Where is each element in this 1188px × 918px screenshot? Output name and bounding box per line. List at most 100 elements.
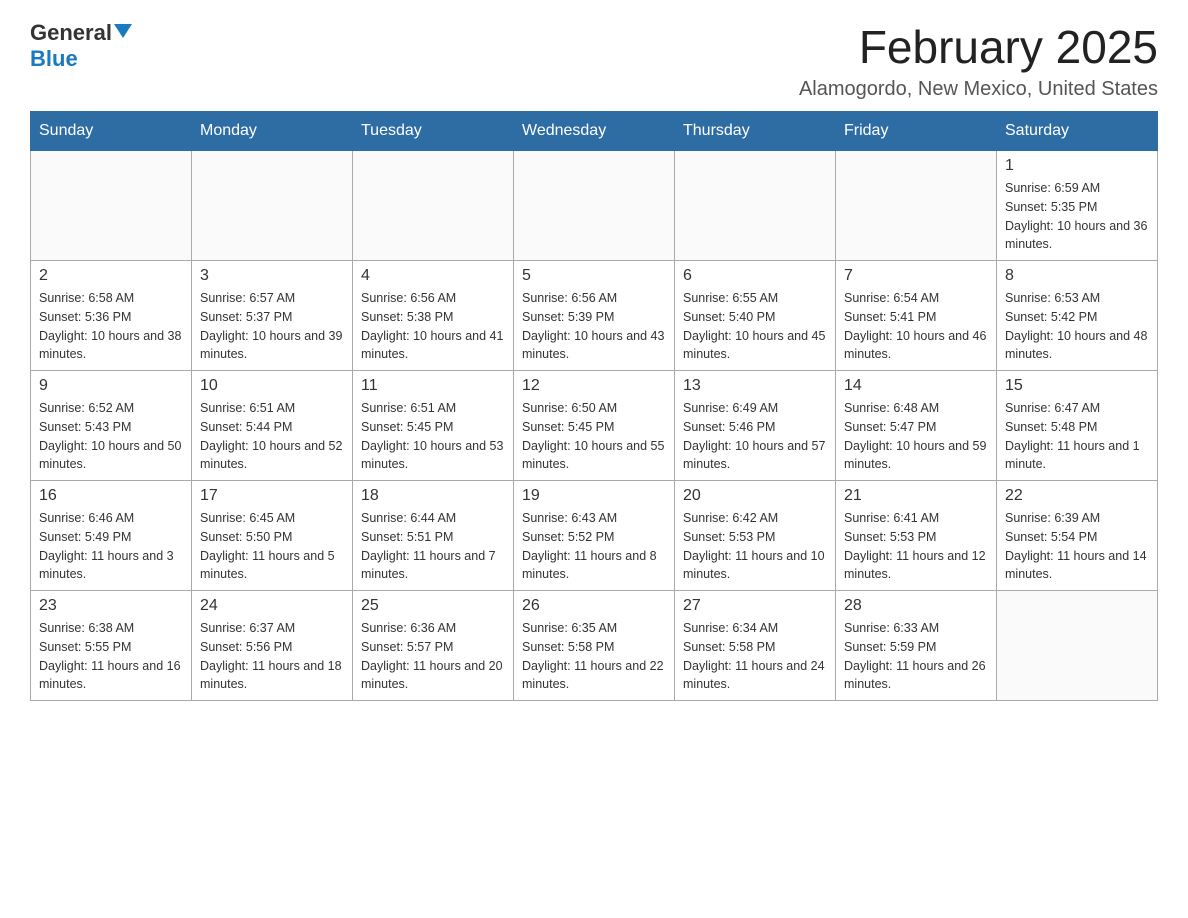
- header-thursday: Thursday: [675, 112, 836, 151]
- table-row: 22 Sunrise: 6:39 AM Sunset: 5:54 PM Dayli…: [997, 481, 1158, 591]
- table-row: [836, 151, 997, 261]
- day-number: 25: [361, 597, 505, 615]
- table-row: 16 Sunrise: 6:46 AM Sunset: 5:49 PM Dayli…: [31, 481, 192, 591]
- day-number: 1: [1005, 157, 1149, 175]
- day-info: Sunrise: 6:49 AM Sunset: 5:46 PM Dayligh…: [683, 399, 827, 474]
- day-info: Sunrise: 6:43 AM Sunset: 5:52 PM Dayligh…: [522, 509, 666, 584]
- day-info: Sunrise: 6:54 AM Sunset: 5:41 PM Dayligh…: [844, 289, 988, 364]
- table-row: 14 Sunrise: 6:48 AM Sunset: 5:47 PM Dayli…: [836, 371, 997, 481]
- table-row: 11 Sunrise: 6:51 AM Sunset: 5:45 PM Dayli…: [353, 371, 514, 481]
- table-row: 27 Sunrise: 6:34 AM Sunset: 5:58 PM Dayli…: [675, 591, 836, 701]
- day-info: Sunrise: 6:46 AM Sunset: 5:49 PM Dayligh…: [39, 509, 183, 584]
- table-row: [514, 151, 675, 261]
- day-info: Sunrise: 6:53 AM Sunset: 5:42 PM Dayligh…: [1005, 289, 1149, 364]
- table-row: 9Sunrise: 6:52 AM Sunset: 5:43 PM Daylig…: [31, 371, 192, 481]
- table-row: 3 Sunrise: 6:57 AM Sunset: 5:37 PM Daylig…: [192, 261, 353, 371]
- day-number: 9: [39, 377, 183, 395]
- day-info: Sunrise: 6:34 AM Sunset: 5:58 PM Dayligh…: [683, 619, 827, 694]
- header-saturday: Saturday: [997, 112, 1158, 151]
- day-number: 5: [522, 267, 666, 285]
- header-wednesday: Wednesday: [514, 112, 675, 151]
- table-row: 6 Sunrise: 6:55 AM Sunset: 5:40 PM Daylig…: [675, 261, 836, 371]
- table-row: 23 Sunrise: 6:38 AM Sunset: 5:55 PM Dayli…: [31, 591, 192, 701]
- day-info: Sunrise: 6:35 AM Sunset: 5:58 PM Dayligh…: [522, 619, 666, 694]
- day-info: Sunrise: 6:36 AM Sunset: 5:57 PM Dayligh…: [361, 619, 505, 694]
- logo-triangle-icon: [114, 24, 132, 38]
- day-number: 18: [361, 487, 505, 505]
- logo-blue-text: Blue: [30, 46, 78, 72]
- day-number: 16: [39, 487, 183, 505]
- day-number: 11: [361, 377, 505, 395]
- day-info: Sunrise: 6:39 AM Sunset: 5:54 PM Dayligh…: [1005, 509, 1149, 584]
- page-subtitle: Alamogordo, New Mexico, United States: [799, 78, 1158, 101]
- day-info: Sunrise: 6:42 AM Sunset: 5:53 PM Dayligh…: [683, 509, 827, 584]
- day-number: 12: [522, 377, 666, 395]
- calendar-header-row: Sunday Monday Tuesday Wednesday Thursday…: [31, 112, 1158, 151]
- table-row: 13Sunrise: 6:49 AM Sunset: 5:46 PM Dayli…: [675, 371, 836, 481]
- day-number: 10: [200, 377, 344, 395]
- day-number: 28: [844, 597, 988, 615]
- calendar-week-row: 16 Sunrise: 6:46 AM Sunset: 5:49 PM Dayli…: [31, 481, 1158, 591]
- day-info: Sunrise: 6:48 AM Sunset: 5:47 PM Dayligh…: [844, 399, 988, 474]
- day-number: 2: [39, 267, 183, 285]
- calendar-week-row: 9Sunrise: 6:52 AM Sunset: 5:43 PM Daylig…: [31, 371, 1158, 481]
- table-row: 28 Sunrise: 6:33 AM Sunset: 5:59 PM Dayli…: [836, 591, 997, 701]
- table-row: [675, 151, 836, 261]
- day-info: Sunrise: 6:58 AM Sunset: 5:36 PM Dayligh…: [39, 289, 183, 364]
- table-row: 19 Sunrise: 6:43 AM Sunset: 5:52 PM Dayli…: [514, 481, 675, 591]
- day-info: Sunrise: 6:38 AM Sunset: 5:55 PM Dayligh…: [39, 619, 183, 694]
- table-row: [353, 151, 514, 261]
- day-info: Sunrise: 6:51 AM Sunset: 5:44 PM Dayligh…: [200, 399, 344, 474]
- table-row: 25 Sunrise: 6:36 AM Sunset: 5:57 PM Dayli…: [353, 591, 514, 701]
- day-info: Sunrise: 6:56 AM Sunset: 5:39 PM Dayligh…: [522, 289, 666, 364]
- table-row: 1 Sunrise: 6:59 AM Sunset: 5:35 PM Daylig…: [997, 151, 1158, 261]
- table-row: 5 Sunrise: 6:56 AM Sunset: 5:39 PM Daylig…: [514, 261, 675, 371]
- day-info: Sunrise: 6:56 AM Sunset: 5:38 PM Dayligh…: [361, 289, 505, 364]
- logo: General Blue: [30, 20, 132, 72]
- day-info: Sunrise: 6:51 AM Sunset: 5:45 PM Dayligh…: [361, 399, 505, 474]
- day-number: 23: [39, 597, 183, 615]
- day-info: Sunrise: 6:44 AM Sunset: 5:51 PM Dayligh…: [361, 509, 505, 584]
- day-number: 27: [683, 597, 827, 615]
- page-header: General Blue February 2025 Alamogordo, N…: [30, 20, 1158, 101]
- table-row: 12Sunrise: 6:50 AM Sunset: 5:45 PM Dayli…: [514, 371, 675, 481]
- day-info: Sunrise: 6:33 AM Sunset: 5:59 PM Dayligh…: [844, 619, 988, 694]
- header-tuesday: Tuesday: [353, 112, 514, 151]
- logo-general-text: General: [30, 20, 112, 46]
- table-row: 2 Sunrise: 6:58 AM Sunset: 5:36 PM Daylig…: [31, 261, 192, 371]
- day-info: Sunrise: 6:41 AM Sunset: 5:53 PM Dayligh…: [844, 509, 988, 584]
- table-row: 17 Sunrise: 6:45 AM Sunset: 5:50 PM Dayli…: [192, 481, 353, 591]
- calendar-table: Sunday Monday Tuesday Wednesday Thursday…: [30, 111, 1158, 701]
- day-info: Sunrise: 6:59 AM Sunset: 5:35 PM Dayligh…: [1005, 179, 1149, 254]
- table-row: 20 Sunrise: 6:42 AM Sunset: 5:53 PM Dayli…: [675, 481, 836, 591]
- day-number: 14: [844, 377, 988, 395]
- calendar-week-row: 1 Sunrise: 6:59 AM Sunset: 5:35 PM Daylig…: [31, 151, 1158, 261]
- day-info: Sunrise: 6:47 AM Sunset: 5:48 PM Dayligh…: [1005, 399, 1149, 474]
- day-info: Sunrise: 6:55 AM Sunset: 5:40 PM Dayligh…: [683, 289, 827, 364]
- day-number: 17: [200, 487, 344, 505]
- day-number: 20: [683, 487, 827, 505]
- calendar-week-row: 23 Sunrise: 6:38 AM Sunset: 5:55 PM Dayli…: [31, 591, 1158, 701]
- table-row: [997, 591, 1158, 701]
- day-number: 3: [200, 267, 344, 285]
- header-monday: Monday: [192, 112, 353, 151]
- day-number: 7: [844, 267, 988, 285]
- day-info: Sunrise: 6:57 AM Sunset: 5:37 PM Dayligh…: [200, 289, 344, 364]
- day-number: 4: [361, 267, 505, 285]
- day-info: Sunrise: 6:45 AM Sunset: 5:50 PM Dayligh…: [200, 509, 344, 584]
- table-row: 21 Sunrise: 6:41 AM Sunset: 5:53 PM Dayli…: [836, 481, 997, 591]
- day-number: 19: [522, 487, 666, 505]
- day-number: 6: [683, 267, 827, 285]
- day-number: 21: [844, 487, 988, 505]
- table-row: 15 Sunrise: 6:47 AM Sunset: 5:48 PM Dayli…: [997, 371, 1158, 481]
- table-row: [192, 151, 353, 261]
- day-number: 24: [200, 597, 344, 615]
- page-title: February 2025: [799, 20, 1158, 74]
- calendar-week-row: 2 Sunrise: 6:58 AM Sunset: 5:36 PM Daylig…: [31, 261, 1158, 371]
- table-row: [31, 151, 192, 261]
- table-row: 10 Sunrise: 6:51 AM Sunset: 5:44 PM Dayli…: [192, 371, 353, 481]
- day-number: 15: [1005, 377, 1149, 395]
- table-row: 8Sunrise: 6:53 AM Sunset: 5:42 PM Daylig…: [997, 261, 1158, 371]
- day-info: Sunrise: 6:37 AM Sunset: 5:56 PM Dayligh…: [200, 619, 344, 694]
- day-number: 22: [1005, 487, 1149, 505]
